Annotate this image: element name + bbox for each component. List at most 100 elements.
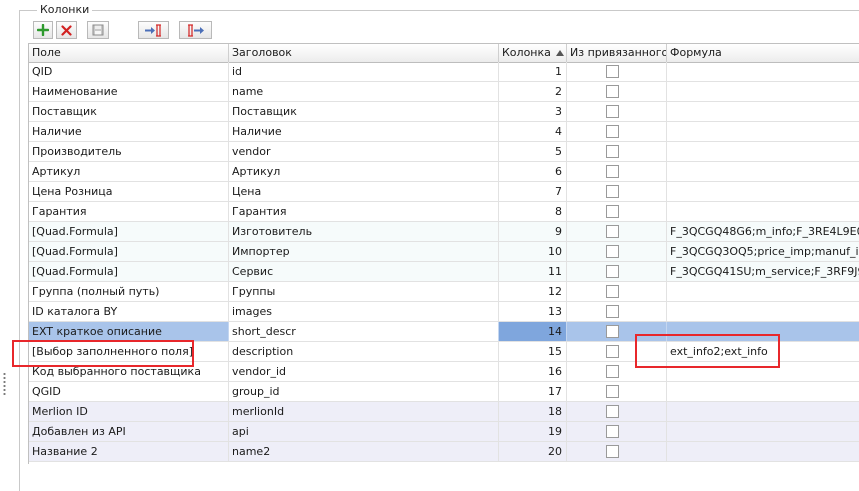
cell-from-linked[interactable] (567, 82, 667, 101)
cell-column[interactable]: 15 (499, 342, 567, 361)
cell-title[interactable]: short_descr (229, 322, 499, 341)
from-linked-checkbox[interactable] (606, 405, 619, 418)
cell-column[interactable]: 2 (499, 82, 567, 101)
cell-field[interactable]: [Quad.Formula] (29, 242, 229, 261)
cell-formula[interactable] (667, 142, 859, 161)
cell-column[interactable]: 13 (499, 302, 567, 321)
cell-formula[interactable]: F_3QCGQ48G6;m_info;F_3RE4L9E0Q (667, 222, 859, 241)
table-row[interactable]: QGID group_id 17 (29, 382, 859, 402)
insert-column-left-button[interactable] (138, 21, 169, 39)
cell-formula[interactable] (667, 122, 859, 141)
cell-column[interactable]: 5 (499, 142, 567, 161)
from-linked-checkbox[interactable] (606, 385, 619, 398)
from-linked-checkbox[interactable] (606, 345, 619, 358)
cell-title[interactable]: name2 (229, 442, 499, 461)
cell-column[interactable]: 7 (499, 182, 567, 201)
cell-formula[interactable]: F_3QCGQ41SU;m_service;F_3RF9J9QR (667, 262, 859, 281)
cell-formula[interactable] (667, 422, 859, 441)
cell-from-linked[interactable] (567, 142, 667, 161)
from-linked-checkbox[interactable] (606, 265, 619, 278)
table-row[interactable]: Наличие Наличие 4 (29, 122, 859, 142)
table-row[interactable]: [Quad.Formula] Импортер 10 F_3QCGQ3OQ5;pric… (29, 242, 859, 262)
from-linked-checkbox[interactable] (606, 225, 619, 238)
cell-title[interactable]: Сервис (229, 262, 499, 281)
cell-column[interactable]: 12 (499, 282, 567, 301)
table-row[interactable]: Цена Розница Цена 7 (29, 182, 859, 202)
header-title[interactable]: Заголовок (229, 44, 499, 62)
cell-formula[interactable] (667, 182, 859, 201)
cell-title[interactable]: group_id (229, 382, 499, 401)
from-linked-checkbox[interactable] (606, 305, 619, 318)
cell-field[interactable]: ID каталога BY (29, 302, 229, 321)
cell-formula[interactable] (667, 302, 859, 321)
cell-column[interactable]: 17 (499, 382, 567, 401)
cell-title[interactable]: Наличие (229, 122, 499, 141)
cell-column[interactable]: 14 (499, 322, 567, 341)
cell-column[interactable]: 18 (499, 402, 567, 421)
splitter-handle[interactable] (3, 372, 6, 396)
from-linked-checkbox[interactable] (606, 325, 619, 338)
header-field[interactable]: Поле (29, 44, 229, 62)
cell-title[interactable]: Импортер (229, 242, 499, 261)
cell-from-linked[interactable] (567, 442, 667, 461)
header-column[interactable]: Колонка (499, 44, 567, 62)
table-row[interactable]: [Quad.Formula] Изготовитель 9 F_3QCGQ48G6;m… (29, 222, 859, 242)
cell-title[interactable]: Поставщик (229, 102, 499, 121)
cell-title[interactable]: Артикул (229, 162, 499, 181)
cell-column[interactable]: 11 (499, 262, 567, 281)
cell-formula[interactable]: F_3QCGQ3OQ5;price_imp;manuf_imp;F (667, 242, 859, 261)
add-button[interactable] (33, 21, 53, 39)
table-row[interactable]: Производитель vendor 5 (29, 142, 859, 162)
cell-field[interactable]: Добавлен из API (29, 422, 229, 441)
header-from-linked[interactable]: Из привязанного (567, 44, 667, 62)
cell-title[interactable]: Группы (229, 282, 499, 301)
cell-title[interactable]: images (229, 302, 499, 321)
from-linked-checkbox[interactable] (606, 185, 619, 198)
cell-field[interactable]: QID (29, 62, 229, 81)
insert-column-right-button[interactable] (179, 21, 212, 39)
from-linked-checkbox[interactable] (606, 285, 619, 298)
cell-formula[interactable] (667, 382, 859, 401)
cell-title[interactable]: api (229, 422, 499, 441)
cell-column[interactable]: 16 (499, 362, 567, 381)
cell-field[interactable]: [Quad.Formula] (29, 222, 229, 241)
from-linked-checkbox[interactable] (606, 445, 619, 458)
header-formula[interactable]: Формула (667, 44, 859, 62)
cell-title[interactable]: Гарантия (229, 202, 499, 221)
table-row[interactable]: Merlion ID merlionId 18 (29, 402, 859, 422)
cell-field[interactable]: Производитель (29, 142, 229, 161)
cell-from-linked[interactable] (567, 202, 667, 221)
from-linked-checkbox[interactable] (606, 65, 619, 78)
from-linked-checkbox[interactable] (606, 245, 619, 258)
cell-formula[interactable] (667, 82, 859, 101)
cell-title[interactable]: description (229, 342, 499, 361)
cell-title[interactable]: merlionId (229, 402, 499, 421)
cell-from-linked[interactable] (567, 182, 667, 201)
cell-column[interactable]: 8 (499, 202, 567, 221)
save-button[interactable] (87, 21, 109, 39)
cell-field[interactable]: Название 2 (29, 442, 229, 461)
table-row[interactable]: Артикул Артикул 6 (29, 162, 859, 182)
cell-field[interactable]: Наименование (29, 82, 229, 101)
cell-from-linked[interactable] (567, 262, 667, 281)
table-row[interactable]: Наименование name 2 (29, 82, 859, 102)
table-row[interactable]: Добавлен из API api 19 (29, 422, 859, 442)
cell-title[interactable]: vendor (229, 142, 499, 161)
table-row[interactable]: Название 2 name2 20 (29, 442, 859, 462)
cell-formula[interactable] (667, 62, 859, 81)
cell-column[interactable]: 6 (499, 162, 567, 181)
cell-from-linked[interactable] (567, 122, 667, 141)
cell-formula[interactable] (667, 282, 859, 301)
table-row[interactable]: Гарантия Гарантия 8 (29, 202, 859, 222)
cell-field[interactable]: Merlion ID (29, 402, 229, 421)
table-row[interactable]: [Quad.Formula] Сервис 11 F_3QCGQ41SU;m_serv… (29, 262, 859, 282)
cell-field[interactable]: EXT краткое описание (29, 322, 229, 341)
cell-formula[interactable] (667, 442, 859, 461)
cell-field[interactable]: Цена Розница (29, 182, 229, 201)
table-row[interactable]: Группа (полный путь) Группы 12 (29, 282, 859, 302)
cell-from-linked[interactable] (567, 422, 667, 441)
cell-from-linked[interactable] (567, 382, 667, 401)
cell-from-linked[interactable] (567, 242, 667, 261)
cell-field[interactable]: QGID (29, 382, 229, 401)
cell-from-linked[interactable] (567, 162, 667, 181)
